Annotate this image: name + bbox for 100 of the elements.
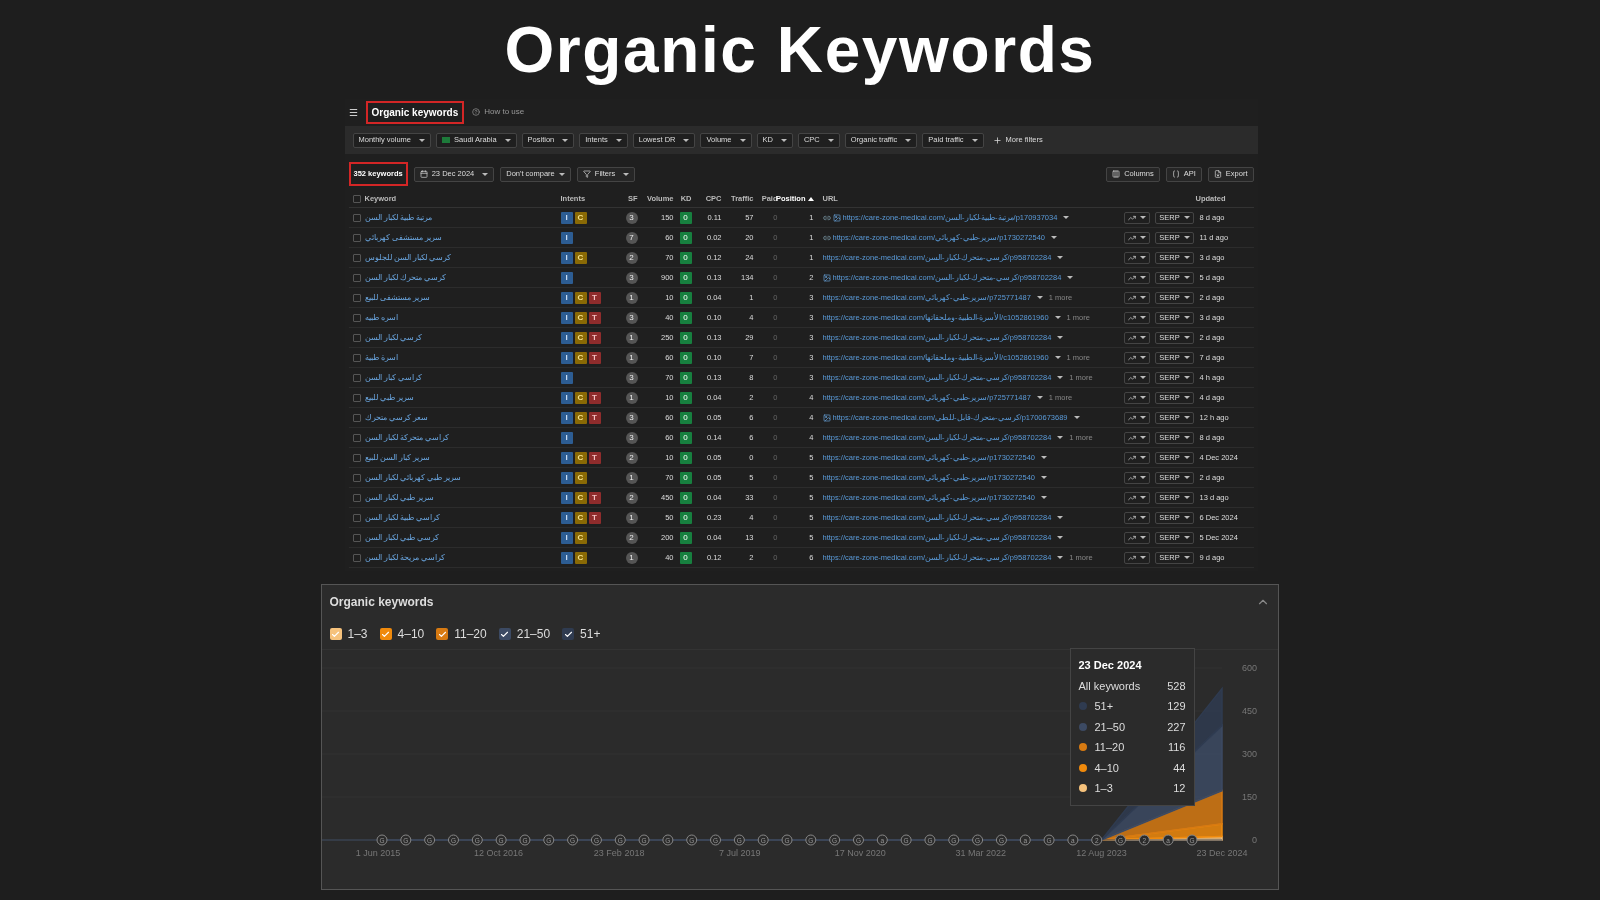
kd-badge: 0 bbox=[679, 371, 692, 384]
kd-badge: 0 bbox=[679, 331, 692, 344]
sf-count: 1 bbox=[625, 511, 638, 524]
intent-badge: I bbox=[560, 391, 573, 404]
kd-badge: 0 bbox=[679, 431, 692, 444]
kd-badge: 0 bbox=[679, 531, 692, 544]
x-tick-label: 12 Oct 2016 bbox=[473, 848, 523, 858]
intent-badge: I bbox=[560, 431, 573, 444]
y-tick-label: 300 bbox=[1241, 749, 1257, 759]
intent-badge: C bbox=[574, 251, 587, 264]
kd-badge: 0 bbox=[679, 491, 692, 504]
intent-badge: T bbox=[588, 511, 601, 524]
intent-badge: T bbox=[588, 291, 601, 304]
y-tick-label: 0 bbox=[1251, 835, 1257, 845]
sf-count: 1 bbox=[625, 471, 638, 484]
intent-badge: I bbox=[560, 551, 573, 564]
x-tick-label: 12 Aug 2023 bbox=[1075, 848, 1127, 858]
kd-badge: 0 bbox=[679, 271, 692, 284]
tooltip-label: 21–50 bbox=[1094, 719, 1126, 735]
intent-badge: T bbox=[588, 351, 601, 364]
tooltip-value: 44 bbox=[1173, 760, 1186, 776]
tooltip-date: 23 Dec 2024 bbox=[1078, 658, 1143, 673]
x-tick-label: 31 Mar 2022 bbox=[955, 848, 1006, 858]
kd-badge: 0 bbox=[679, 291, 692, 304]
sf-count: 2 bbox=[625, 531, 638, 544]
sf-count: 3 bbox=[625, 271, 638, 284]
intent-badge: I bbox=[560, 411, 573, 424]
kd-badge: 0 bbox=[679, 211, 692, 224]
x-tick-label: 23 Feb 2018 bbox=[593, 848, 644, 858]
intent-badge: C bbox=[574, 351, 587, 364]
tooltip-label: 4–10 bbox=[1094, 760, 1119, 776]
intent-badge: I bbox=[560, 311, 573, 324]
intent-badge: I bbox=[560, 331, 573, 344]
tooltip-label: 51+ bbox=[1094, 699, 1114, 714]
sf-count: 3 bbox=[625, 211, 638, 224]
intent-badge: T bbox=[588, 491, 601, 504]
intent-badge: C bbox=[574, 451, 587, 464]
intent-badge: T bbox=[588, 391, 601, 404]
sf-count: 2 bbox=[625, 491, 638, 504]
kd-badge: 0 bbox=[679, 251, 692, 264]
tooltip-value: 227 bbox=[1167, 719, 1186, 735]
tooltip-value: 116 bbox=[1167, 740, 1186, 755]
kd-badge: 0 bbox=[679, 471, 692, 484]
sf-count: 3 bbox=[625, 371, 638, 384]
sf-count: 2 bbox=[625, 451, 638, 464]
intent-badge: T bbox=[588, 331, 601, 344]
intent-badge: C bbox=[574, 291, 587, 304]
intent-badge: I bbox=[560, 271, 573, 284]
intent-badge: I bbox=[560, 291, 573, 304]
slide-title: Organic Keywords bbox=[504, 12, 1096, 88]
sf-count: 3 bbox=[625, 311, 638, 324]
intent-badge: C bbox=[574, 531, 587, 544]
intent-badge: C bbox=[574, 491, 587, 504]
intent-badge: T bbox=[588, 411, 601, 424]
sf-count: 3 bbox=[625, 411, 638, 424]
intent-badge: I bbox=[560, 251, 573, 264]
intent-badge: I bbox=[560, 491, 573, 504]
y-tick-label: 150 bbox=[1241, 792, 1257, 802]
tooltip-value: 12 bbox=[1173, 781, 1186, 796]
tooltip-label: All keywords bbox=[1078, 678, 1141, 694]
intent-badge: C bbox=[574, 391, 587, 404]
x-tick-label: 23 Dec 2024 bbox=[1196, 848, 1247, 858]
sf-count: 1 bbox=[625, 291, 638, 304]
x-tick-label: 17 Nov 2020 bbox=[834, 848, 886, 858]
x-tick-label: 1 Jun 2015 bbox=[355, 848, 400, 858]
intent-badge: C bbox=[574, 551, 587, 564]
sf-count: 1 bbox=[625, 551, 638, 564]
page-title: Organic keywords bbox=[365, 100, 465, 124]
sf-count: 2 bbox=[625, 251, 638, 264]
intent-badge: I bbox=[560, 471, 573, 484]
intent-badge: I bbox=[560, 211, 573, 224]
kd-badge: 0 bbox=[679, 451, 692, 464]
tooltip-value: 528 bbox=[1167, 678, 1186, 694]
tooltip-label: 1–3 bbox=[1094, 781, 1113, 796]
intent-badge: C bbox=[574, 471, 587, 484]
sf-count: 3 bbox=[625, 431, 638, 444]
intent-badge: C bbox=[574, 211, 587, 224]
y-tick-label: 450 bbox=[1241, 706, 1257, 716]
intent-badge: I bbox=[560, 231, 573, 244]
kd-badge: 0 bbox=[679, 391, 692, 404]
intent-badge: I bbox=[560, 371, 573, 384]
panel-title: Organic keywords bbox=[329, 594, 434, 611]
kd-badge: 0 bbox=[679, 511, 692, 524]
y-tick-label: 600 bbox=[1241, 663, 1257, 673]
sf-count: 7 bbox=[625, 231, 638, 244]
intent-badge: I bbox=[560, 351, 573, 364]
kd-badge: 0 bbox=[679, 411, 692, 424]
intent-badge: C bbox=[574, 311, 587, 324]
intent-badge: T bbox=[588, 451, 601, 464]
kd-badge: 0 bbox=[679, 551, 692, 564]
sf-count: 1 bbox=[625, 331, 638, 344]
kd-badge: 0 bbox=[679, 351, 692, 364]
sf-count: 1 bbox=[625, 391, 638, 404]
x-tick-label: 7 Jul 2019 bbox=[718, 848, 760, 858]
sf-count: 1 bbox=[625, 351, 638, 364]
intent-badge: C bbox=[574, 411, 587, 424]
kd-badge: 0 bbox=[679, 231, 692, 244]
intent-badge: I bbox=[560, 451, 573, 464]
intent-badge: C bbox=[574, 331, 587, 344]
kd-badge: 0 bbox=[679, 311, 692, 324]
